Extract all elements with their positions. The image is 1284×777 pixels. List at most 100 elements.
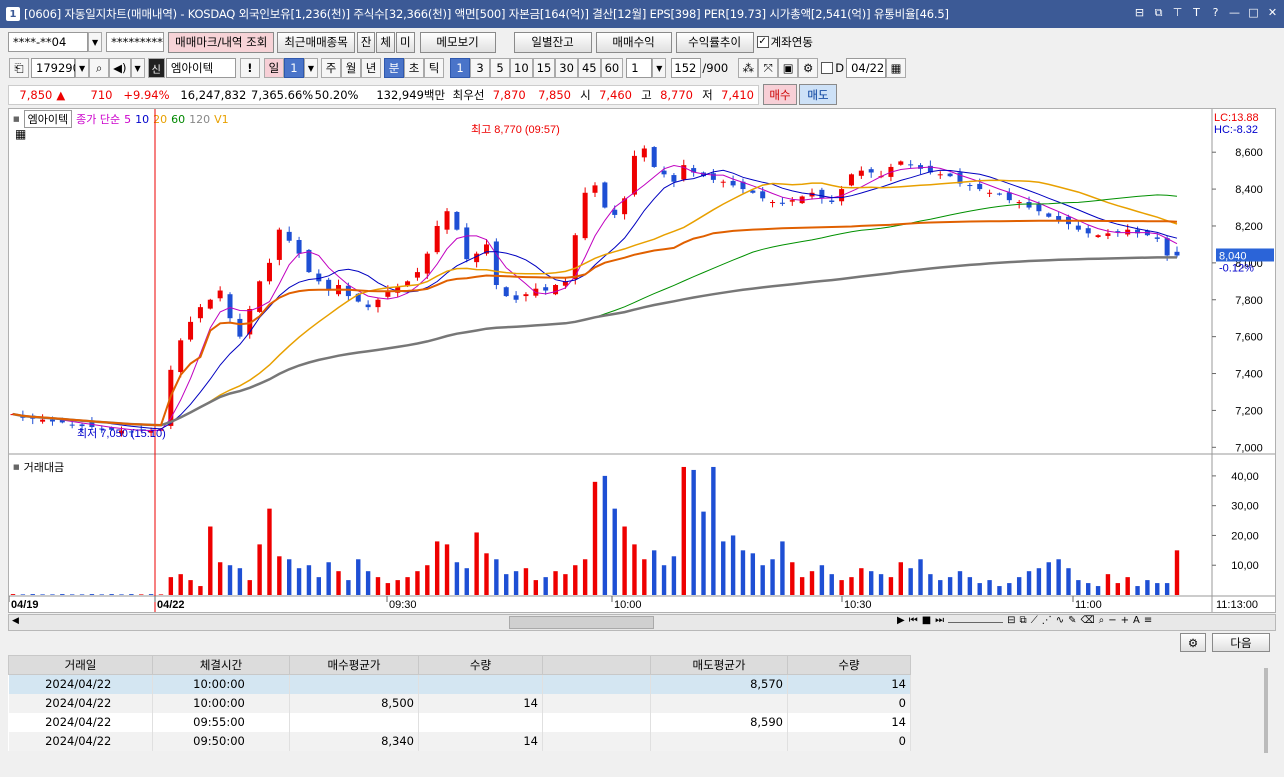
period-tick[interactable]: 틱 [424,58,445,78]
text-tool-icon[interactable]: A [1133,615,1140,626]
zoom-icon[interactable]: ⌕ [1099,615,1105,626]
minute-10[interactable]: 10 [510,58,533,78]
minimize-icon[interactable]: — [1227,5,1242,20]
erase-icon[interactable]: ⌫ [1080,615,1094,626]
volume-bar [30,594,35,595]
executed-button[interactable]: 체 [376,31,395,53]
gear-icon[interactable]: ⚙ [798,58,819,78]
date-checkbox[interactable] [821,62,834,74]
column-header[interactable] [542,655,651,675]
candle-body [1016,202,1022,204]
balance-button[interactable]: 잔 [356,31,376,53]
table-row[interactable]: 2024/04/22 09:55:00 8,590 14 [8,712,911,732]
period-day-count[interactable]: 1 [283,58,304,78]
save-icon[interactable]: ▣ [778,58,799,78]
minute-1[interactable]: 1 [450,58,471,78]
candle-settings-icon[interactable]: ⁂ [738,58,759,78]
column-header[interactable]: 수량 [787,655,911,675]
minute-45[interactable]: 45 [577,58,601,78]
grid-scrollbar[interactable] [1264,668,1268,753]
search-icon[interactable]: ⌕ [89,58,110,78]
column-header[interactable]: 체결시간 [152,655,290,675]
minute-15[interactable]: 15 [532,58,556,78]
account-link-checkbox[interactable]: ✓ [756,36,769,48]
interval-dropdown-icon[interactable]: ▼ [652,58,667,78]
calendar-icon[interactable]: ▦ [886,58,907,78]
layout-icon[interactable]: ⊟ [1132,5,1147,20]
alert-icon[interactable]: ! [239,58,260,78]
column-header[interactable]: 거래일 [8,655,153,675]
period-week[interactable]: 주 [321,58,342,78]
recent-trades-button[interactable]: 최근매매종목 [277,31,355,53]
code-dropdown-icon[interactable]: ▼ [75,58,90,78]
zoom-slider[interactable] [948,615,1004,623]
date-input[interactable]: 04/22 [846,58,887,78]
grid-settings-icon[interactable]: ⚙ [1180,633,1206,652]
line-tool-icon[interactable]: ⟋ [1031,615,1038,626]
chart-scrollbar[interactable]: ◀ ▶ ⏮ ■ ⏭ ⊟ ⧉ ⟋ ⋰ ∿ ✎ ⌫ ⌕ − + A ≡ [8,614,1276,631]
candle-body [641,148,647,158]
minus-icon[interactable]: − [1108,615,1116,626]
sound-dropdown-icon[interactable]: ▼ [130,58,145,78]
table-cell: 2024/04/22 [8,731,153,751]
font-icon[interactable]: T [1189,5,1204,20]
memo-button[interactable]: 메모보기 [419,31,496,53]
period-dropdown-icon[interactable]: ▼ [303,58,319,78]
unfilled-button[interactable]: 미 [396,31,415,53]
return-trend-button[interactable]: 수익률추이 [675,31,754,53]
wave-tool-icon[interactable]: ∿ [1056,615,1064,626]
plus-icon[interactable]: + [1121,615,1129,626]
minute-30[interactable]: 30 [555,58,578,78]
period-year[interactable]: 년 [361,58,382,78]
scroll-thumb[interactable] [509,616,654,629]
close-icon[interactable]: ✕ [1265,5,1280,20]
help-icon[interactable]: ? [1208,5,1223,20]
minute-60[interactable]: 60 [600,58,624,78]
crosshair-icon[interactable]: ⤧ [758,58,779,78]
column-header[interactable]: 매도평균가 [650,655,788,675]
sell-button[interactable]: 매도 [799,84,837,105]
pin-icon[interactable]: ⊤ [1170,5,1185,20]
interval-input[interactable]: 1 [626,58,653,78]
period-month[interactable]: 월 [341,58,362,78]
candle-body [1026,202,1032,208]
rewind-icon[interactable]: ⏮ [909,615,918,626]
table-row[interactable]: 2024/04/22 09:50:00 8,340 14 0 [8,731,911,751]
buy-button[interactable]: 매수 [763,84,797,105]
stock-code-input[interactable]: 179290 [31,58,80,78]
mark-query-button[interactable]: 매매마크/내역 조회 [168,31,275,53]
restore-copy-icon[interactable]: ⧉ [1151,5,1166,20]
minute-3[interactable]: 3 [470,58,491,78]
price-chart[interactable]: 8,6008,4008,2008,0007,8007,6007,4007,200… [9,109,1275,612]
table-row[interactable]: 2024/04/22 10:00:00 8,570 14 [8,674,911,694]
layout-icon-3[interactable]: ⧉ [1020,615,1027,626]
fast-forward-icon[interactable]: ⏭ [935,615,944,626]
scroll-left-icon[interactable]: ◀ [12,616,19,626]
daily-balance-button[interactable]: 일별잔고 [513,31,592,53]
table-row[interactable]: 2024/04/22 10:00:00 8,500 14 0 [8,693,911,713]
account-select[interactable]: ****-**04 [8,32,88,52]
chart-area[interactable]: ■ 엠아이텍 종가 단순 5 10 20 60 120 V1 ▦ ■ 거래대금 … [8,108,1276,613]
maximize-icon[interactable]: □ [1246,5,1261,20]
stock-search-icon[interactable]: ⎗ [9,58,29,78]
table-cell: 10:00:00 [152,674,290,694]
more-tools-icon[interactable]: ≡ [1144,615,1152,626]
play-right-icon[interactable]: ▶ [897,615,905,626]
stop-icon[interactable]: ■ [922,615,931,626]
period-day[interactable]: 일 [263,58,284,78]
minute-5[interactable]: 5 [490,58,511,78]
account-dropdown-icon[interactable]: ▼ [88,32,103,52]
column-header[interactable]: 수량 [418,655,543,675]
candle-body [1174,251,1180,256]
speaker-icon[interactable]: ◀) [109,58,131,78]
trade-profit-button[interactable]: 매매수익 [595,31,672,53]
next-button[interactable]: 다음 [1212,633,1270,652]
layout-icon-2[interactable]: ⊟ [1007,615,1015,626]
period-second[interactable]: 초 [404,58,425,78]
password-input[interactable]: ********* [106,32,165,52]
trend-tool-icon[interactable]: ⋰ [1042,615,1052,626]
count-input[interactable]: 152 [671,58,702,78]
column-header[interactable]: 매수평균가 [289,655,419,675]
period-minute[interactable]: 분 [384,58,405,78]
draw-tool-icon[interactable]: ✎ [1068,615,1076,626]
